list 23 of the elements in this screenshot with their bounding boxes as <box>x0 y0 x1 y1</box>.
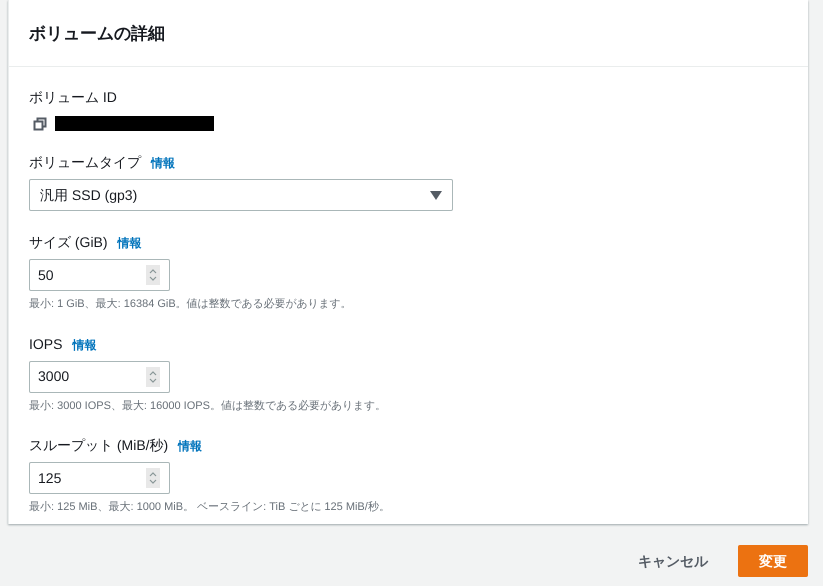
cancel-button[interactable]: キャンセル <box>622 545 724 577</box>
info-link[interactable]: 情報 <box>118 234 142 252</box>
hint-text: 最小: 1 GiB、最大: 16384 GiB。値は整数である必要があります。 <box>29 296 353 312</box>
volume-type-select[interactable]: 汎用 SSD (gp3) <box>29 179 453 211</box>
number-input[interactable]: 125 <box>29 462 170 494</box>
panel-title: ボリュームの詳細 <box>29 22 165 45</box>
field-label: サイズ (GiB) <box>29 233 108 252</box>
dropdown-caret-icon <box>430 190 442 200</box>
info-link[interactable]: 情報 <box>151 154 175 172</box>
hint-text: 最小: 3000 IOPS、最大: 16000 IOPS。値は整数である必要があります。 <box>29 398 387 414</box>
field-label: ボリュームタイプ <box>29 153 141 172</box>
field-label: ボリューム ID <box>29 88 117 107</box>
info-link[interactable]: 情報 <box>72 336 96 354</box>
copy-icon[interactable] <box>33 116 47 130</box>
number-input[interactable]: 3000 <box>29 360 170 392</box>
number-input[interactable]: 50 <box>29 259 170 291</box>
field-label: IOPS <box>29 334 62 354</box>
hint-text: 最小: 125 MiB、最大: 1000 MiB。 ベースライン: TiB ごとに 125 MiB/秒。 <box>29 500 391 515</box>
spinner-icon[interactable] <box>146 468 160 488</box>
info-link[interactable]: 情報 <box>178 437 202 455</box>
field-label: スループット (MiB/秒) <box>29 436 168 455</box>
spinner-icon[interactable] <box>146 265 160 285</box>
spinner-icon[interactable] <box>146 366 160 386</box>
